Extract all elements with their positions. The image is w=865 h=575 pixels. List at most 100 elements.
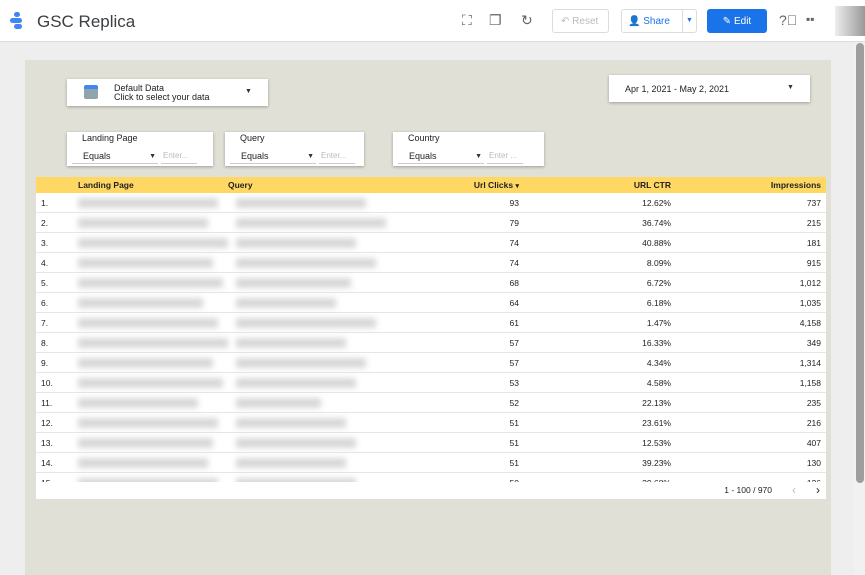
column-landing-page[interactable]: Landing Page	[78, 177, 134, 193]
row-index: 2.	[41, 218, 49, 228]
next-page-icon[interactable]: ›	[816, 482, 820, 499]
share-button[interactable]: 👤 Share ▼	[621, 9, 697, 33]
query-cell-redacted	[236, 278, 351, 288]
impressions-cell: 181	[806, 238, 821, 248]
landing-page-cell-redacted	[78, 358, 213, 368]
query-cell-redacted	[236, 398, 321, 408]
impressions-cell: 915	[806, 258, 821, 268]
pencil-icon: ✎	[722, 15, 734, 27]
impressions-cell: 126	[807, 473, 821, 482]
table-row[interactable]: 5. 68 6.72% 1,012	[36, 273, 826, 293]
row-index: 3.	[41, 238, 49, 248]
data-source-selector[interactable]: Default Data Click to select your data ▼	[67, 79, 268, 106]
reset-button[interactable]: ↶ Reset	[552, 9, 609, 33]
landing-page-cell-redacted	[78, 298, 203, 308]
url-clicks-cell: 51	[509, 458, 519, 468]
table-row[interactable]: 2. 79 36.74% 215	[36, 213, 826, 233]
top-bar: GSC Replica ⛶ ❐ ↻ ↶ Reset 👤 Share ▼ ✎ Edi…	[0, 0, 865, 42]
landing-page-cell-redacted	[78, 318, 218, 328]
landing-page-cell-redacted	[78, 418, 218, 428]
landing-page-cell-redacted	[78, 258, 213, 268]
row-index: 1.	[41, 198, 49, 208]
impressions-cell: 737	[806, 198, 821, 208]
landing-page-cell-redacted	[78, 378, 223, 388]
scrollbar[interactable]	[854, 43, 865, 575]
table-row[interactable]: 13. 51 12.53% 407	[36, 433, 826, 453]
url-ctr-cell: 16.33%	[642, 338, 671, 348]
table-row[interactable]: 15. 50 39.68% 126	[36, 473, 826, 482]
url-ctr-cell: 1.47%	[646, 318, 671, 328]
url-clicks-cell: 53	[509, 378, 519, 388]
query-cell-redacted	[236, 338, 346, 348]
table-row[interactable]: 1. 93 12.62% 737	[36, 193, 826, 213]
prev-page-icon[interactable]: ‹	[792, 482, 796, 499]
filter-input[interactable]: Enter...	[319, 146, 355, 164]
filter-input[interactable]: Enter ...	[487, 146, 523, 164]
url-clicks-cell: 50	[510, 473, 519, 482]
filter-country: Country Equals ▼ Enter ...	[393, 132, 544, 166]
table-row[interactable]: 14. 51 39.23% 130	[36, 453, 826, 473]
data-source-icon	[84, 85, 98, 99]
url-clicks-cell: 57	[509, 338, 519, 348]
url-clicks-cell: 79	[509, 218, 519, 228]
url-ctr-cell: 36.74%	[642, 218, 671, 228]
url-ctr-cell: 4.58%	[646, 378, 671, 388]
table-row[interactable]: 9. 57 4.34% 1,314	[36, 353, 826, 373]
table-row[interactable]: 11. 52 22.13% 235	[36, 393, 826, 413]
query-cell-redacted	[236, 458, 346, 468]
url-ctr-cell: 6.72%	[646, 278, 671, 288]
operator-select[interactable]: Equals ▼	[72, 146, 158, 164]
sort-desc-icon: ▾	[515, 183, 519, 190]
landing-page-cell-redacted	[78, 398, 198, 408]
url-clicks-cell: 61	[509, 318, 519, 328]
operator-select[interactable]: Equals ▼	[230, 146, 316, 164]
apps-icon[interactable]: ▪▪	[806, 12, 815, 26]
table-header: Landing Page Query Url Clicks ▾ URL CTR …	[36, 177, 826, 193]
pagination: 1 - 100 / 970 ‹ ›	[724, 482, 820, 499]
url-ctr-cell: 12.62%	[642, 198, 671, 208]
impressions-cell: 130	[806, 458, 821, 468]
table-row[interactable]: 10. 53 4.58% 1,158	[36, 373, 826, 393]
impressions-cell: 407	[806, 438, 821, 448]
table-row[interactable]: 7. 61 1.47% 4,158	[36, 313, 826, 333]
report-canvas: Default Data Click to select your data ▼…	[25, 60, 831, 575]
url-ctr-cell: 6.18%	[646, 298, 671, 308]
help-icon[interactable]: ?⃝	[779, 12, 797, 28]
row-index: 15.	[41, 473, 53, 482]
row-index: 14.	[41, 458, 53, 468]
table-row[interactable]: 8. 57 16.33% 349	[36, 333, 826, 353]
row-index: 9.	[41, 358, 49, 368]
column-impressions[interactable]: Impressions	[771, 177, 821, 193]
query-cell-redacted	[236, 378, 356, 388]
avatar[interactable]	[835, 6, 865, 36]
landing-page-cell-redacted	[78, 238, 228, 248]
table-row[interactable]: 3. 74 40.88% 181	[36, 233, 826, 253]
share-dropdown[interactable]: ▼	[682, 10, 696, 32]
url-ctr-cell: 39.68%	[642, 473, 671, 482]
row-index: 5.	[41, 278, 49, 288]
table-row[interactable]: 12. 51 23.61% 216	[36, 413, 826, 433]
column-url-ctr[interactable]: URL CTR	[634, 177, 671, 193]
chevron-down-icon: ▼	[245, 88, 252, 95]
column-query[interactable]: Query	[228, 177, 253, 193]
query-cell-redacted	[236, 298, 336, 308]
date-range-picker[interactable]: Apr 1, 2021 - May 2, 2021 ▼	[609, 75, 810, 102]
table-row[interactable]: 4. 74 8.09% 915	[36, 253, 826, 273]
url-clicks-cell: 57	[509, 358, 519, 368]
copy-icon[interactable]: ❐	[489, 12, 502, 29]
url-clicks-cell: 52	[509, 398, 519, 408]
landing-page-cell-redacted	[78, 338, 228, 348]
url-ctr-cell: 12.53%	[642, 438, 671, 448]
filter-input[interactable]: Enter...	[161, 146, 197, 164]
url-ctr-cell: 8.09%	[646, 258, 671, 268]
chevron-down-icon: ▼	[787, 84, 794, 91]
impressions-cell: 1,314	[799, 358, 821, 368]
fullscreen-icon[interactable]: ⛶	[462, 12, 472, 29]
refresh-icon[interactable]: ↻	[521, 12, 533, 29]
operator-select[interactable]: Equals ▼	[398, 146, 484, 164]
url-clicks-cell: 68	[509, 278, 519, 288]
table-row[interactable]: 6. 64 6.18% 1,035	[36, 293, 826, 313]
edit-button[interactable]: ✎ Edit	[707, 9, 767, 33]
url-ctr-cell: 4.34%	[646, 358, 671, 368]
url-ctr-cell: 40.88%	[642, 238, 671, 248]
